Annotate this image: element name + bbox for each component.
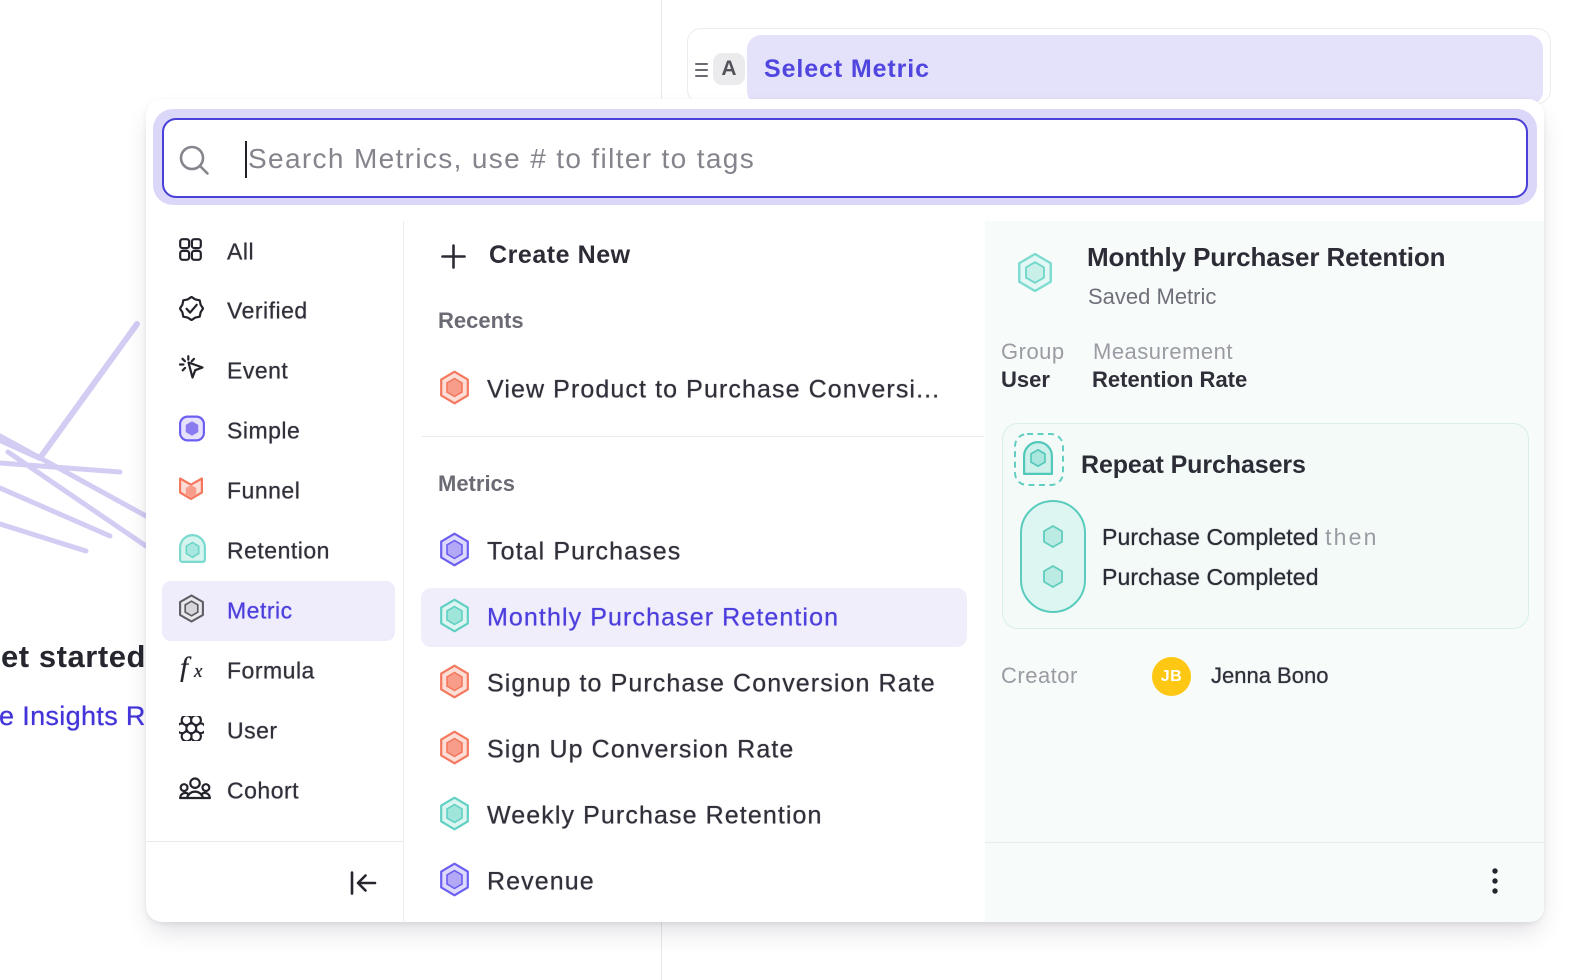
svg-text:x: x (193, 661, 203, 682)
svg-text:f: f (180, 655, 192, 682)
